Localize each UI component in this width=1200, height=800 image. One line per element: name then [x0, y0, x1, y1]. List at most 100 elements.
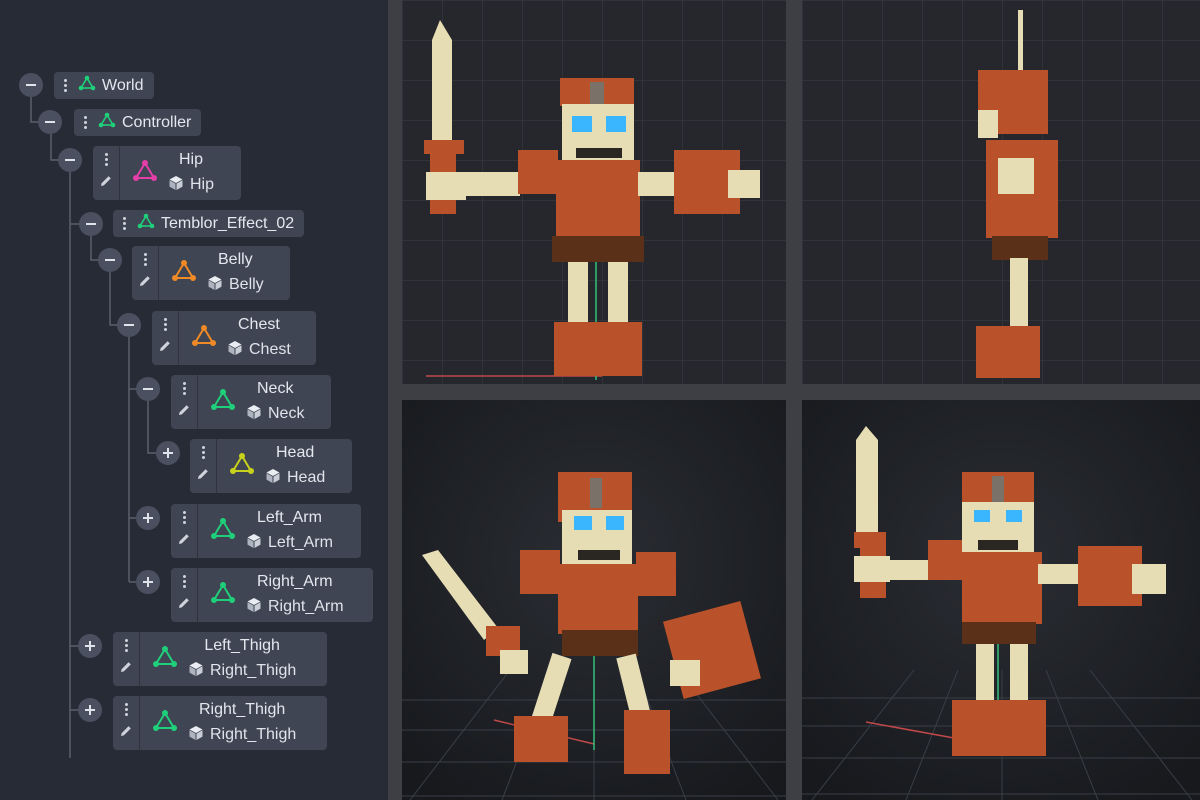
bone-icon	[210, 388, 236, 417]
drag-handle-icon[interactable]	[163, 318, 167, 332]
node-label: Neck	[257, 379, 294, 397]
edit-pencil-icon[interactable]	[177, 532, 191, 551]
node-label: Left_Arm	[257, 508, 322, 526]
mesh-label: Left_Arm	[268, 534, 333, 551]
edit-pencil-icon[interactable]	[119, 724, 133, 743]
node-label: Left_Thigh	[204, 636, 280, 654]
node-label: Belly	[218, 250, 253, 268]
drag-handle-icon[interactable]	[182, 575, 186, 589]
node-label: World	[102, 76, 144, 94]
tree-node-right-thigh[interactable]: Right_Thigh Right_Thigh	[113, 696, 327, 750]
drag-handle-icon[interactable]	[83, 116, 87, 129]
perspective-pose-scene	[402, 400, 786, 800]
collapse-toggle[interactable]	[38, 110, 62, 134]
minus-icon	[65, 159, 75, 161]
tree-node-chest[interactable]: Chest Chest	[152, 311, 316, 365]
plus-icon	[143, 577, 153, 587]
node-icon	[137, 213, 155, 234]
viewport-perspective-pose[interactable]	[402, 400, 786, 800]
viewport-side[interactable]	[802, 0, 1200, 384]
node-icon	[98, 112, 116, 133]
collapse-toggle[interactable]	[19, 73, 43, 97]
bone-icon	[152, 645, 178, 674]
collapse-toggle[interactable]	[136, 377, 160, 401]
tree-node-hip[interactable]: Hip Hip	[93, 146, 241, 200]
mesh-cube-icon	[265, 468, 281, 489]
minus-icon	[124, 324, 134, 326]
collapse-toggle[interactable]	[58, 148, 82, 172]
plus-icon	[163, 448, 173, 458]
drag-handle-icon[interactable]	[104, 153, 108, 167]
mesh-cube-icon	[246, 597, 262, 618]
node-label: Right_Arm	[257, 572, 333, 590]
node-icon	[78, 75, 96, 96]
expand-toggle[interactable]	[78, 634, 102, 658]
tree-node-belly[interactable]: Belly Belly	[132, 246, 290, 300]
drag-handle-icon[interactable]	[122, 217, 126, 230]
edit-pencil-icon[interactable]	[119, 660, 133, 679]
minus-icon	[143, 388, 153, 390]
tree-node-temblor-effect[interactable]: Temblor_Effect_02	[113, 210, 305, 237]
tree-node-world[interactable]: World	[54, 72, 154, 99]
side-view-scene	[802, 0, 1200, 384]
node-label: Right_Thigh	[199, 700, 286, 718]
mesh-label: Belly	[229, 276, 264, 293]
drag-handle-icon[interactable]	[143, 253, 147, 267]
expand-toggle[interactable]	[136, 506, 160, 530]
plus-icon	[85, 641, 95, 651]
minus-icon	[105, 259, 115, 261]
bone-icon	[171, 259, 197, 288]
node-label: Chest	[238, 315, 280, 333]
bone-icon	[191, 324, 217, 353]
mesh-cube-icon	[207, 275, 223, 296]
expand-toggle[interactable]	[136, 570, 160, 594]
edit-pencil-icon[interactable]	[138, 274, 152, 293]
edit-pencil-icon[interactable]	[158, 339, 172, 358]
viewport-front[interactable]	[402, 0, 786, 384]
tree-node-left-arm[interactable]: Left_Arm Left_Arm	[171, 504, 361, 558]
edit-pencil-icon[interactable]	[177, 596, 191, 615]
mesh-cube-icon	[227, 340, 243, 361]
tree-node-left-thigh[interactable]: Left_Thigh Right_Thigh	[113, 632, 327, 686]
expand-toggle[interactable]	[78, 698, 102, 722]
mesh-label: Right_Thigh	[210, 662, 297, 679]
collapse-toggle[interactable]	[117, 313, 141, 337]
bone-icon	[210, 517, 236, 546]
mesh-label: Hip	[190, 176, 215, 193]
drag-handle-icon[interactable]	[182, 382, 186, 396]
drag-handle-icon[interactable]	[63, 79, 67, 92]
collapse-toggle[interactable]	[79, 212, 103, 236]
drag-handle-icon[interactable]	[201, 446, 205, 460]
mesh-cube-icon	[168, 175, 184, 196]
drag-handle-icon[interactable]	[124, 639, 128, 653]
edit-pencil-icon[interactable]	[99, 174, 113, 193]
collapse-toggle[interactable]	[98, 248, 122, 272]
mesh-label: Head	[287, 469, 326, 486]
node-label: Temblor_Effect_02	[161, 214, 295, 232]
tree-node-head[interactable]: Head Head	[190, 439, 352, 493]
bone-icon	[229, 452, 255, 481]
tree-node-controller[interactable]: Controller	[74, 109, 202, 136]
bone-icon	[132, 159, 158, 188]
front-view-scene	[402, 0, 786, 384]
mesh-label: Neck	[268, 405, 305, 422]
plus-icon	[143, 513, 153, 523]
edit-pencil-icon[interactable]	[196, 467, 210, 486]
drag-handle-icon[interactable]	[182, 511, 186, 525]
drag-handle-icon[interactable]	[124, 703, 128, 717]
tree-node-neck[interactable]: Neck Neck	[171, 375, 331, 429]
mesh-cube-icon	[246, 404, 262, 425]
edit-pencil-icon[interactable]	[177, 403, 191, 422]
mesh-cube-icon	[188, 725, 204, 746]
node-label: Controller	[122, 113, 192, 131]
viewport-perspective-front[interactable]	[802, 400, 1200, 800]
expand-toggle[interactable]	[156, 441, 180, 465]
bone-icon	[152, 709, 178, 738]
mesh-label: Chest	[249, 341, 291, 358]
minus-icon	[26, 84, 36, 86]
perspective-front-scene	[802, 400, 1200, 800]
mesh-label: Right_Arm	[268, 598, 344, 615]
mesh-cube-icon	[246, 533, 262, 554]
bone-icon	[210, 581, 236, 610]
tree-node-right-arm[interactable]: Right_Arm Right_Arm	[171, 568, 373, 622]
